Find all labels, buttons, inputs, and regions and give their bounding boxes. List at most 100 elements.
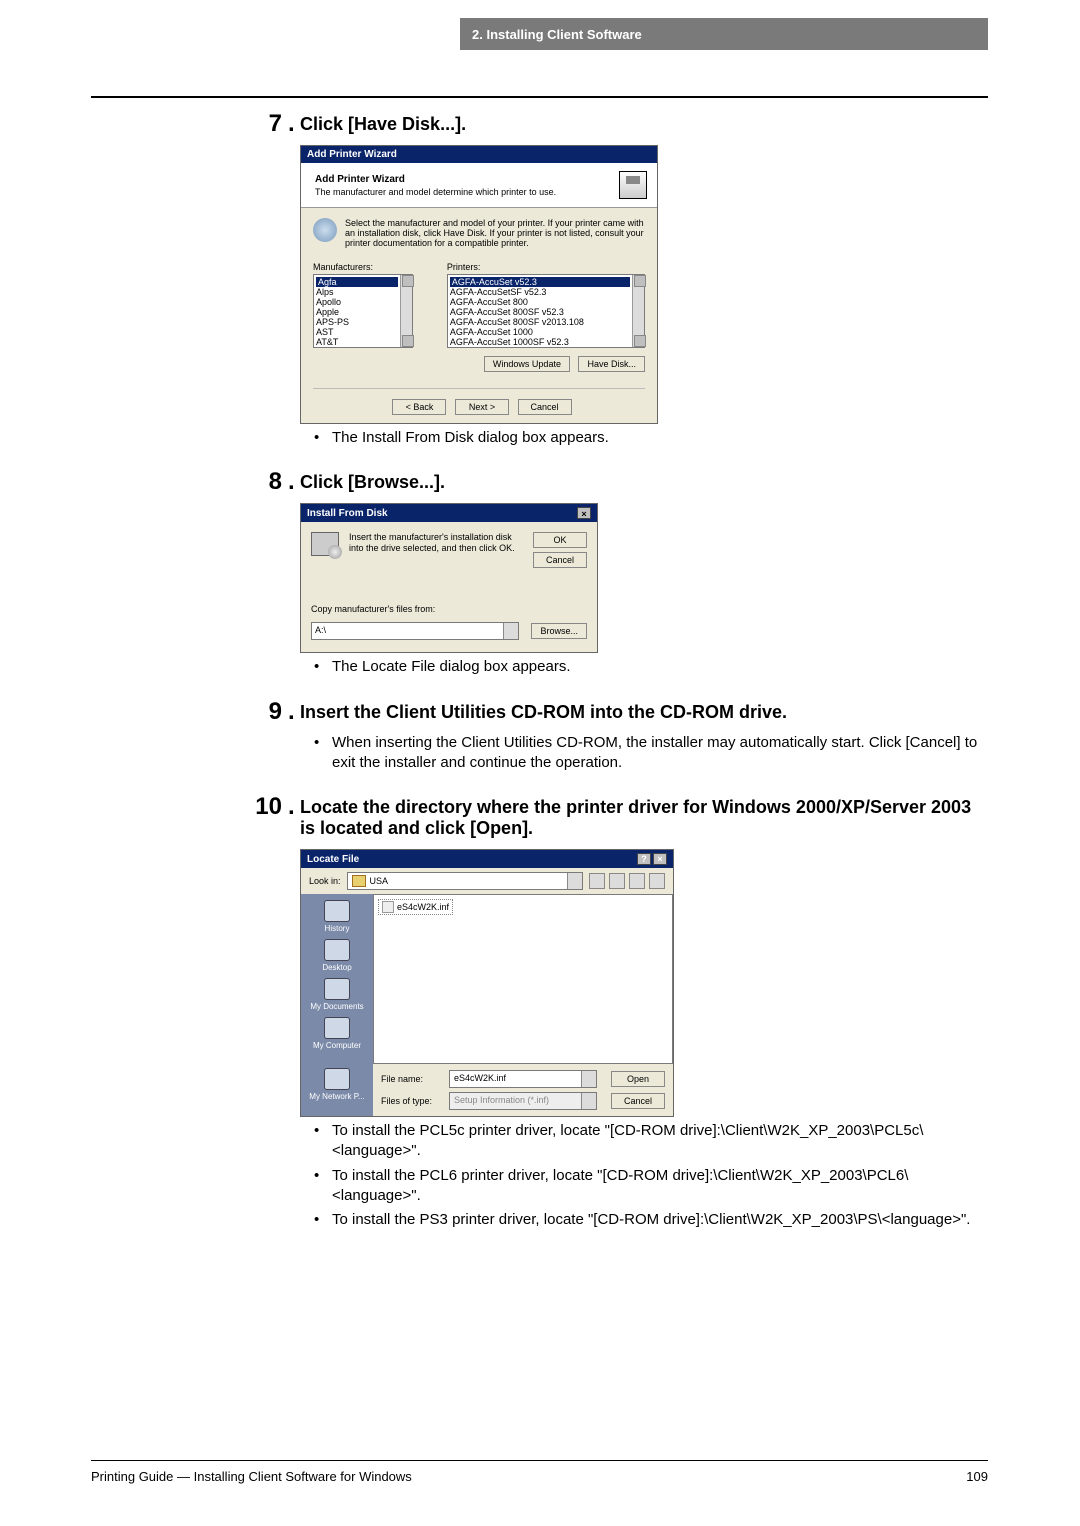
place-documents[interactable]: My Documents: [310, 978, 363, 1011]
next-button[interactable]: Next >: [455, 399, 509, 415]
browse-button[interactable]: Browse...: [531, 623, 587, 639]
footer-left: Printing Guide — Installing Client Softw…: [91, 1469, 412, 1484]
step-note: To install the PS3 printer driver, locat…: [332, 1210, 988, 1230]
open-button[interactable]: Open: [611, 1071, 665, 1087]
place-history[interactable]: History: [324, 900, 350, 933]
places-bar-bottom: My Network P...: [301, 1064, 373, 1116]
list-item[interactable]: Alps: [316, 287, 398, 297]
list-item[interactable]: AT&T: [316, 337, 398, 347]
file-list-area[interactable]: eS4cW2K.inf: [373, 894, 673, 1064]
filename-label: File name:: [381, 1074, 441, 1084]
dialog-instruction: Insert the manufacturer's installation d…: [349, 532, 517, 554]
place-computer[interactable]: My Computer: [313, 1017, 361, 1050]
lookin-combobox[interactable]: USA: [347, 872, 583, 890]
step-title: Insert the Client Utilities CD-ROM into …: [300, 702, 988, 723]
step-7: 7 . Click [Have Disk...]. Add Printer Wi…: [244, 110, 988, 452]
list-item[interactable]: Apple: [316, 307, 398, 317]
filetype-input: Setup Information (*.inf): [449, 1092, 597, 1110]
bullet-dot: •: [314, 733, 332, 774]
file-icon: [382, 901, 394, 913]
place-desktop[interactable]: Desktop: [322, 939, 351, 972]
dialog-titlebar: Add Printer Wizard: [301, 146, 657, 163]
bullet-dot: •: [314, 1210, 332, 1230]
views-icon[interactable]: [649, 873, 665, 889]
dialog-titlebar: Locate File: [307, 854, 359, 865]
list-item[interactable]: Agfa: [316, 277, 398, 287]
step-9: 9 . Insert the Client Utilities CD-ROM i…: [244, 698, 988, 778]
history-icon: [324, 900, 350, 922]
list-item[interactable]: AGFA-AccuSet 1000: [450, 327, 630, 337]
back-button[interactable]: < Back: [392, 399, 446, 415]
close-icon[interactable]: ×: [653, 853, 667, 865]
scrollbar[interactable]: [632, 275, 644, 347]
step-note: To install the PCL5c printer driver, loc…: [332, 1121, 988, 1162]
windows-update-button[interactable]: Windows Update: [484, 356, 570, 372]
step-title: Click [Have Disk...].: [300, 114, 988, 135]
step-title: Locate the directory where the printer d…: [300, 797, 988, 839]
disk-icon: [311, 532, 339, 556]
have-disk-button[interactable]: Have Disk...: [578, 356, 645, 372]
bullet-dot: •: [314, 428, 332, 448]
filetype-label: Files of type:: [381, 1096, 441, 1106]
step-note: When inserting the Client Utilities CD-R…: [332, 733, 988, 774]
scrollbar[interactable]: [400, 275, 412, 347]
list-item[interactable]: Apollo: [316, 297, 398, 307]
printer-icon: [619, 171, 647, 199]
list-item[interactable]: AGFA-AccuSet 800SF v2013.108: [450, 317, 630, 327]
top-rule: [91, 96, 988, 98]
dialog-subheading: The manufacturer and model determine whi…: [315, 187, 619, 197]
dialog-heading: Add Printer Wizard: [315, 174, 619, 185]
step-dot: .: [288, 698, 300, 726]
chapter-title: 2. Installing Client Software: [472, 27, 642, 42]
new-folder-icon[interactable]: [629, 873, 645, 889]
step-number: 10: [244, 793, 288, 821]
list-item[interactable]: AGFA-AccuSetSF v52.3: [450, 287, 630, 297]
cancel-button[interactable]: Cancel: [533, 552, 587, 568]
list-item[interactable]: AGFA-AccuSet v52.3: [450, 277, 630, 287]
back-icon[interactable]: [589, 873, 605, 889]
filename-input[interactable]: eS4cW2K.inf: [449, 1070, 597, 1088]
cancel-button[interactable]: Cancel: [611, 1093, 665, 1109]
manufacturers-list[interactable]: Agfa Alps Apollo Apple APS-PS AST AT&T: [313, 274, 413, 348]
file-item[interactable]: eS4cW2K.inf: [378, 899, 453, 915]
step-note: The Install From Disk dialog box appears…: [332, 428, 988, 448]
step-note: To install the PCL6 printer driver, loca…: [332, 1166, 988, 1207]
manufacturers-label: Manufacturers:: [313, 262, 437, 272]
up-icon[interactable]: [609, 873, 625, 889]
help-icon[interactable]: ?: [637, 853, 651, 865]
printers-label: Printers:: [447, 262, 645, 272]
documents-icon: [324, 978, 350, 1000]
list-item[interactable]: AGFA-AccuSet 800: [450, 297, 630, 307]
network-icon: [324, 1068, 350, 1090]
places-bar: History Desktop My Documents My Computer: [301, 894, 373, 1064]
step-note: The Locate File dialog box appears.: [332, 657, 988, 677]
printers-list[interactable]: AGFA-AccuSet v52.3 AGFA-AccuSetSF v52.3 …: [447, 274, 645, 348]
chapter-header: 2. Installing Client Software: [460, 18, 988, 50]
folder-icon: [352, 875, 366, 887]
step-number: 9: [244, 698, 288, 726]
ok-button[interactable]: OK: [533, 532, 587, 548]
place-network[interactable]: My Network P...: [309, 1068, 364, 1101]
path-value: A:\: [315, 625, 326, 635]
step-dot: .: [288, 468, 300, 496]
list-item[interactable]: AGFA-AccuSet 800SF v52.3: [450, 307, 630, 317]
step-number: 7: [244, 110, 288, 138]
copy-from-label: Copy manufacturer's files from:: [311, 604, 587, 614]
list-item[interactable]: APS-PS: [316, 317, 398, 327]
bullet-dot: •: [314, 1121, 332, 1162]
locate-file-dialog: Locate File ? × Look in: USA: [300, 849, 674, 1117]
add-printer-wizard-dialog: Add Printer Wizard Add Printer Wizard Th…: [300, 145, 658, 424]
path-combobox[interactable]: A:\: [311, 622, 519, 640]
page-number: 109: [966, 1469, 988, 1484]
list-item[interactable]: AST: [316, 327, 398, 337]
dialog-message: Select the manufacturer and model of you…: [345, 218, 645, 248]
bullet-dot: •: [314, 657, 332, 677]
page-footer: Printing Guide — Installing Client Softw…: [91, 1460, 988, 1484]
cancel-button[interactable]: Cancel: [518, 399, 572, 415]
lookin-label: Look in:: [309, 876, 341, 886]
list-item[interactable]: AGFA-AccuSet 1000SF v52.3: [450, 337, 630, 347]
install-from-disk-dialog: Install From Disk × Insert the manufactu…: [300, 503, 598, 653]
close-icon[interactable]: ×: [577, 507, 591, 519]
info-icon: [313, 218, 337, 242]
page-content: 7 . Click [Have Disk...]. Add Printer Wi…: [244, 110, 988, 1250]
